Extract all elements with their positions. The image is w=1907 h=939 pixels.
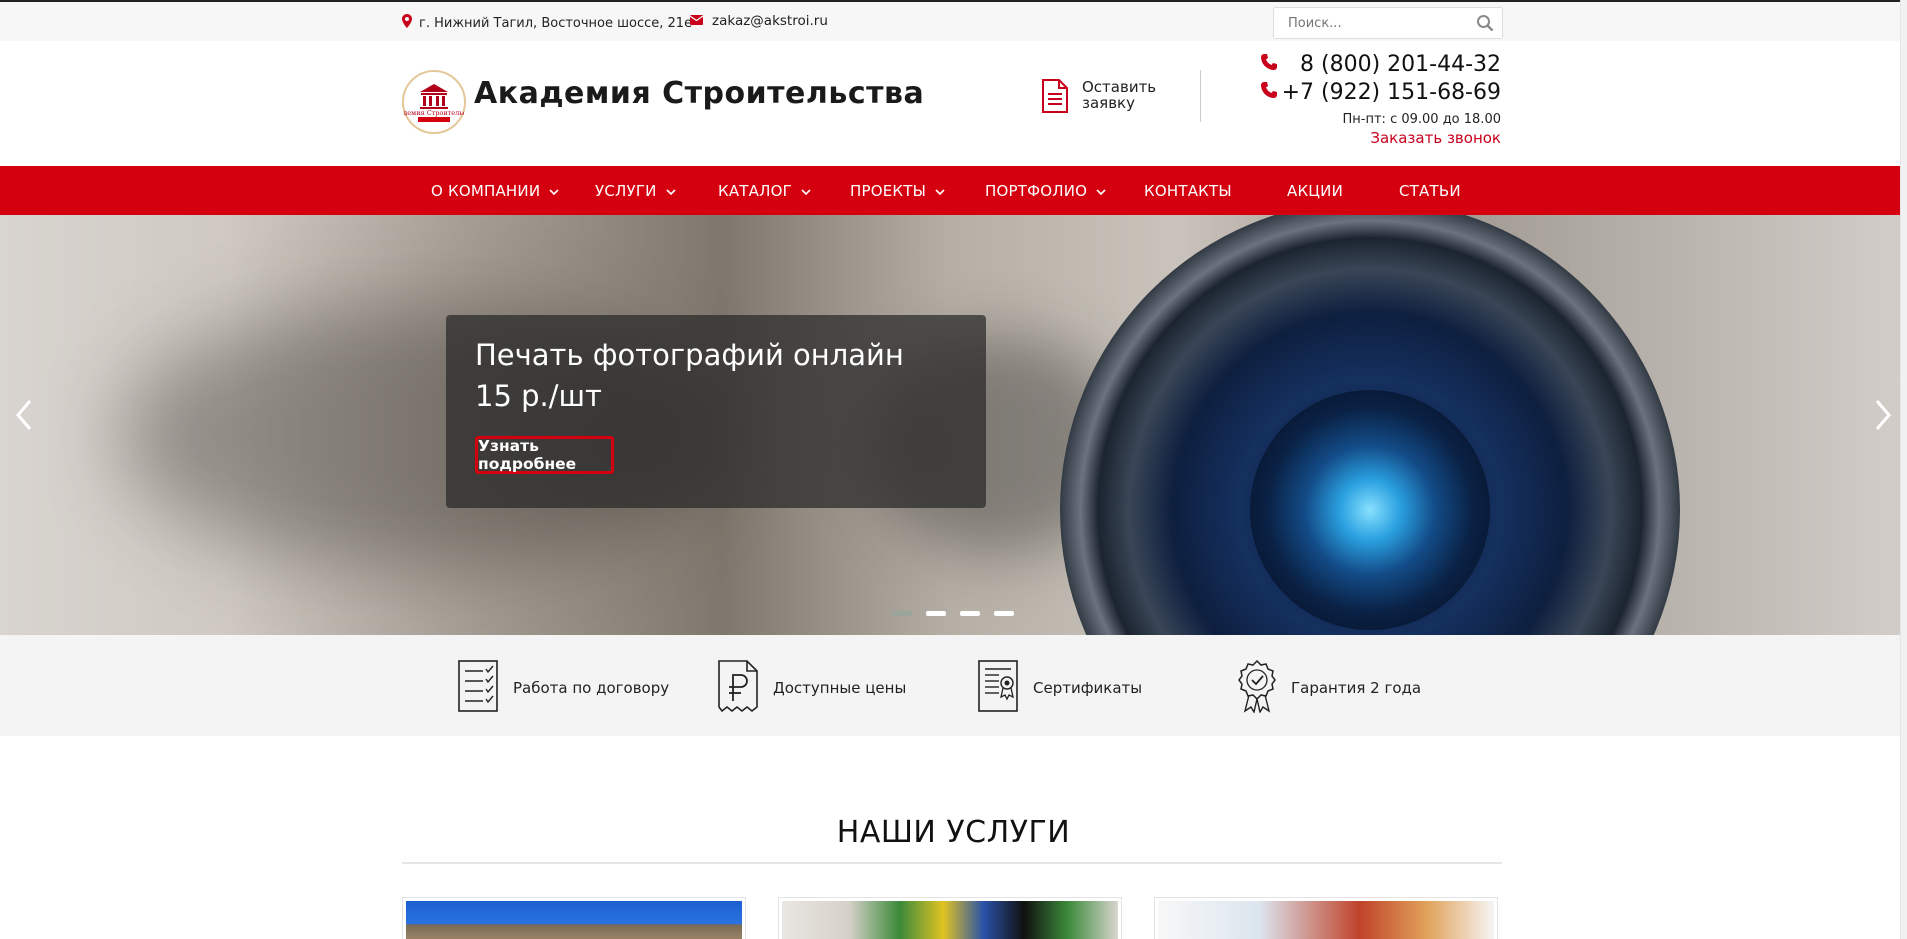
work-hours: Пн-пт: с 09.00 до 18.00 <box>1342 112 1501 127</box>
nav-item-label: О КОМПАНИИ <box>431 181 541 200</box>
document-icon <box>1040 79 1070 116</box>
service-image-house <box>406 901 742 939</box>
search-input[interactable] <box>1286 8 1470 38</box>
feature-label: Работа по договору <box>513 679 670 697</box>
request-link[interactable]: Оставить заявку <box>1040 79 1156 116</box>
request-label-line2: заявку <box>1082 94 1135 112</box>
nav-item-services[interactable]: УСЛУГИ <box>595 166 676 215</box>
brand-name[interactable]: Академия Строительства <box>474 76 924 111</box>
slide-title: Печать фотографий онлайн 15 р./шт <box>475 335 904 417</box>
chevron-down-icon <box>1096 182 1106 200</box>
phone-row-1[interactable]: 8 (800) 201-44-32 <box>1260 50 1501 78</box>
email-link[interactable]: zakaz@akstroi.ru <box>689 13 828 29</box>
logo-text: Академия Строительства <box>404 109 464 117</box>
request-label: Оставить заявку <box>1082 79 1156 111</box>
nav-item-label: АКЦИИ <box>1287 181 1343 200</box>
nav-item-label: СТАТЬИ <box>1399 181 1461 200</box>
phone-number-1: 8 (800) 201-44-32 <box>1300 51 1501 77</box>
slider-dot-2[interactable] <box>926 611 946 616</box>
nav-item-company[interactable]: О КОМПАНИИ <box>431 166 559 215</box>
feature-label: Сертификаты <box>1033 679 1143 697</box>
main-nav: О КОМПАНИИ УСЛУГИ КАТАЛОГ ПРОЕКТЫ ПОРТФО… <box>0 166 1901 215</box>
nav-item-projects[interactable]: ПРОЕКТЫ <box>850 166 945 215</box>
callback-link[interactable]: Заказать звонок <box>1260 129 1501 147</box>
slider-prev-button[interactable] <box>8 395 38 435</box>
feature-label: Гарантия 2 года <box>1291 679 1422 697</box>
phone-icon <box>1260 80 1278 105</box>
nav-item-label: КАТАЛОГ <box>718 181 792 200</box>
slide-title-line1: Печать фотографий онлайн <box>475 338 904 372</box>
chevron-down-icon <box>666 182 676 200</box>
divider <box>1200 70 1201 122</box>
search-icon[interactable] <box>1476 14 1494 36</box>
feature-certificates: Сертификаты <box>977 659 1142 717</box>
feature-contract: Работа по договору <box>457 659 669 717</box>
feature-guarantee: Гарантия 2 года <box>1237 659 1421 717</box>
chevron-down-icon <box>549 182 559 200</box>
nav-item-articles[interactable]: СТАТЬИ <box>1399 166 1461 215</box>
slide-caption: Печать фотографий онлайн 15 р./шт Узнать… <box>446 315 986 508</box>
chevron-right-icon <box>1875 400 1891 430</box>
phone-number-2: +7 (922) 151-68-69 <box>1281 79 1501 105</box>
slide-title-line2: 15 р./шт <box>475 379 602 413</box>
nav-item-label: ПОРТФОЛИО <box>985 181 1088 200</box>
guarantee-badge-icon <box>1237 659 1277 717</box>
nav-item-label: КОНТАКТЫ <box>1144 181 1232 200</box>
top-bar: г. Нижний Тагил, Восточное шоссе, 21е za… <box>0 0 1901 43</box>
services-divider <box>402 862 1502 864</box>
feature-label: Доступные цены <box>773 679 907 697</box>
features-bar: Работа по договору Доступные цены Сертиф… <box>0 635 1901 736</box>
chevron-down-icon <box>801 182 811 200</box>
camera-lens-glass <box>1250 390 1490 630</box>
logo[interactable]: Академия Строительства <box>390 70 478 134</box>
contact-block: 8 (800) 201-44-32 +7 (922) 151-68-69 Пн-… <box>1260 50 1501 147</box>
request-label-line1: Оставить <box>1082 78 1157 96</box>
email-text: zakaz@akstroi.ru <box>712 13 828 29</box>
chevron-down-icon <box>935 182 945 200</box>
contract-icon <box>457 659 499 717</box>
header <box>0 41 1901 166</box>
ruble-receipt-icon <box>717 659 759 717</box>
service-image-buildings <box>1158 901 1494 939</box>
temple-logo-icon: Академия Строительства <box>390 84 478 122</box>
phone-row-2[interactable]: +7 (922) 151-68-69 <box>1260 78 1501 106</box>
nav-item-portfolio[interactable]: ПОРТФОЛИО <box>985 166 1106 215</box>
nav-item-label: УСЛУГИ <box>595 181 657 200</box>
slider-dot-4[interactable] <box>994 611 1014 616</box>
address: г. Нижний Тагил, Восточное шоссе, 21е <box>402 14 692 32</box>
learn-more-button[interactable]: Узнать подробнее <box>475 436 614 474</box>
slider-pagination <box>892 611 1014 616</box>
envelope-icon <box>689 13 704 29</box>
service-card-houses[interactable] <box>402 897 746 939</box>
slider-dot-1[interactable] <box>892 611 912 616</box>
nav-item-contacts[interactable]: КОНТАКТЫ <box>1144 166 1232 215</box>
chevron-left-icon <box>16 400 32 430</box>
map-pin-icon <box>402 14 412 32</box>
address-text: г. Нижний Тагил, Восточное шоссе, 21е <box>419 15 693 31</box>
phone-icon <box>1260 52 1278 77</box>
feature-prices: Доступные цены <box>717 659 906 717</box>
slider-dot-3[interactable] <box>960 611 980 616</box>
nav-item-promotions[interactable]: АКЦИИ <box>1287 166 1343 215</box>
service-card-electrical[interactable] <box>778 897 1122 939</box>
service-card-construction[interactable] <box>1154 897 1498 939</box>
service-image-wires <box>782 901 1118 939</box>
page: г. Нижний Тагил, Восточное шоссе, 21е za… <box>0 0 1907 939</box>
services-heading: НАШИ УСЛУГИ <box>836 815 1071 850</box>
certificate-icon <box>977 659 1019 717</box>
nav-item-catalog[interactable]: КАТАЛОГ <box>718 166 811 215</box>
slider-next-button[interactable] <box>1869 395 1899 435</box>
page-scrollbar[interactable] <box>1900 0 1907 939</box>
nav-item-label: ПРОЕКТЫ <box>850 181 927 200</box>
search-box <box>1273 7 1503 39</box>
